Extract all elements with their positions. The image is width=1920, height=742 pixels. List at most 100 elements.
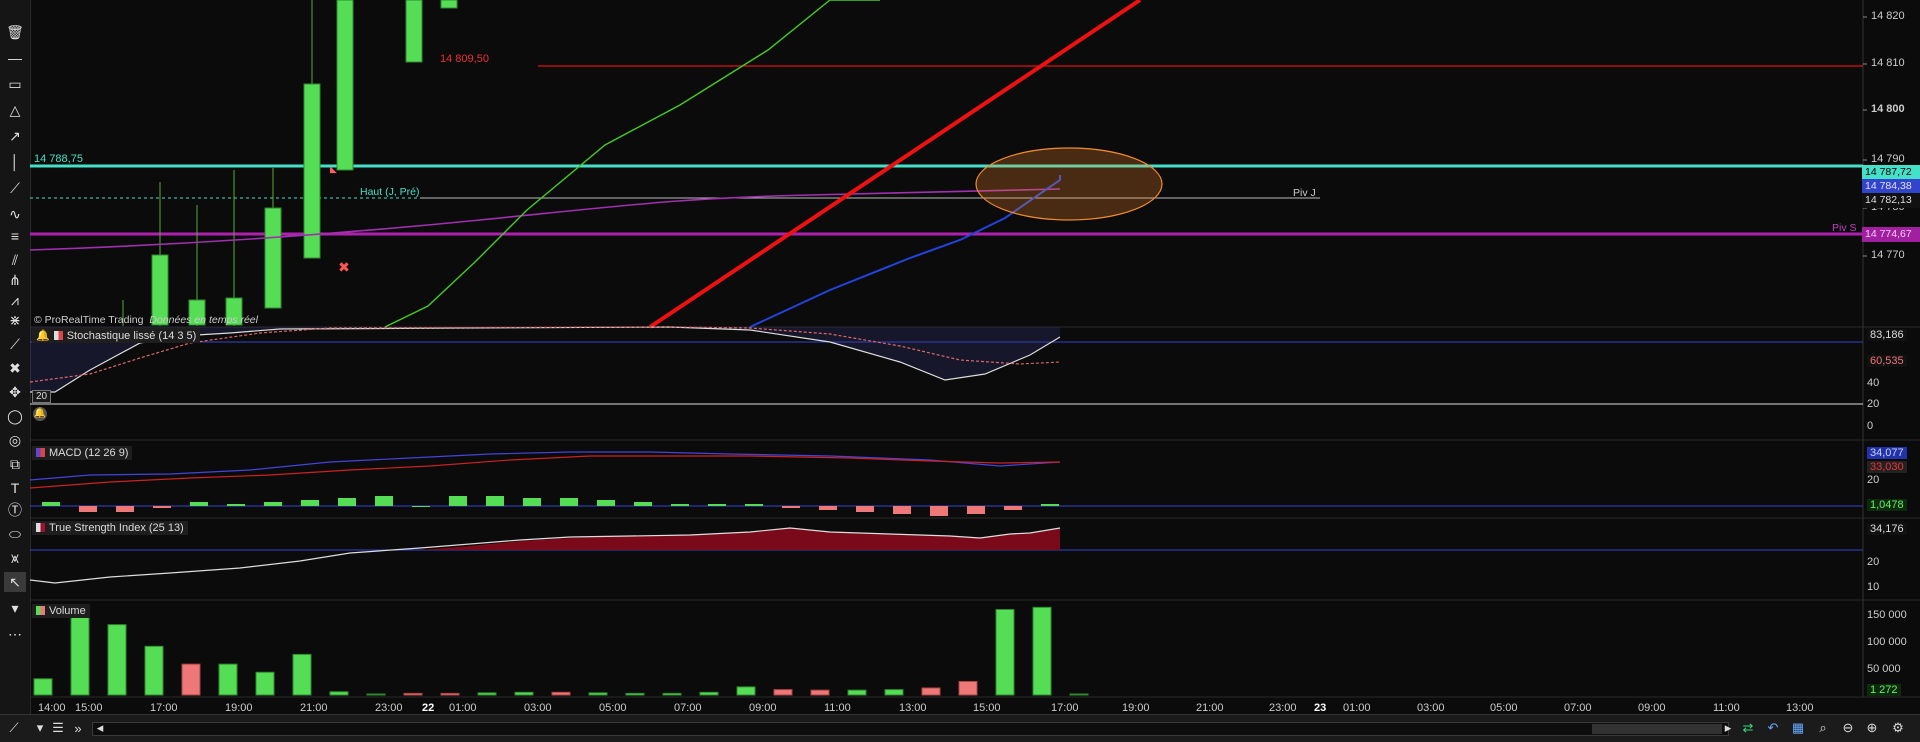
- macd-header[interactable]: MACD (12 26 9): [32, 446, 133, 460]
- arrow-icon[interactable]: ↗: [4, 126, 26, 146]
- regression-icon[interactable]: ⟋: [4, 334, 26, 354]
- alert-bell-icon[interactable]: 🔔: [33, 407, 47, 421]
- fib-fan-icon[interactable]: ⋇: [4, 310, 26, 330]
- price-tick: 14 810: [1871, 57, 1905, 69]
- stochastic-d-value: 60,535: [1867, 355, 1907, 367]
- calendar-icon[interactable]: ▦: [1788, 719, 1808, 737]
- time-tick: 14:00: [38, 702, 66, 714]
- piv-s-label: Piv S: [1832, 222, 1857, 234]
- volume-bar: [995, 608, 1015, 696]
- volume-bar: [588, 692, 608, 696]
- time-tick: 21:00: [300, 702, 328, 714]
- macd-histogram-bar: [301, 500, 319, 506]
- time-tick: 07:00: [674, 702, 702, 714]
- pitchfork-icon[interactable]: ⋔: [4, 270, 26, 290]
- time-tick: 23:00: [375, 702, 403, 714]
- text-icon[interactable]: T: [4, 478, 26, 498]
- volume-bar: [107, 624, 127, 696]
- rectangle-icon[interactable]: ▭: [4, 74, 26, 94]
- scrollbar-thumb[interactable]: [1592, 724, 1722, 734]
- macd-histogram-bar: [560, 498, 578, 506]
- dropdown-icon[interactable]: ▾: [30, 719, 50, 737]
- time-tick: 13:00: [899, 702, 927, 714]
- zigzag-icon[interactable]: ∿: [4, 204, 26, 224]
- level-red-label: 14 809,50: [440, 53, 489, 65]
- channel-icon[interactable]: ⫽: [4, 250, 26, 270]
- time-tick: 03:00: [1417, 702, 1445, 714]
- gann-icon[interactable]: ⩘: [4, 290, 26, 310]
- volume-bar: [1032, 606, 1052, 696]
- sync-arrows-icon[interactable]: ⇄: [1738, 719, 1758, 737]
- spiral-icon[interactable]: ◎: [4, 430, 26, 450]
- watermark: © ProRealTime Trading Données en temps r…: [34, 314, 258, 326]
- stochastic-tick: 40: [1867, 377, 1880, 389]
- fibonacci-icon[interactable]: ≡: [4, 226, 26, 246]
- macd-histogram-bar: [634, 502, 652, 506]
- time-tick: 17:00: [1051, 702, 1079, 714]
- time-tick: 21:00: [1196, 702, 1224, 714]
- wave-icon[interactable]: ⩙: [4, 548, 26, 568]
- time-tick: 17:00: [150, 702, 178, 714]
- horizontal-line-icon[interactable]: —: [4, 48, 26, 68]
- time-tick: 22: [422, 702, 435, 714]
- volume-bar: [773, 689, 793, 696]
- volume-bar: [810, 689, 830, 696]
- oval-icon[interactable]: ⬭: [4, 524, 26, 544]
- undo-icon[interactable]: ↶: [1763, 719, 1783, 737]
- macd-histogram-bar: [967, 506, 985, 514]
- volume-bar: [958, 680, 978, 696]
- scroll-right-icon[interactable]: ▸: [1718, 719, 1738, 737]
- text-circle-icon[interactable]: Ⓣ: [4, 500, 26, 520]
- time-tick: 19:00: [225, 702, 253, 714]
- haut-label: Haut (J, Pré): [360, 186, 420, 198]
- macd-hist-value: 1,0478: [1867, 499, 1907, 511]
- draw-menu-icon[interactable]: ⟋: [4, 719, 24, 737]
- tsi-header[interactable]: True Strength Index (25 13): [32, 521, 188, 535]
- zoom-tool-icon[interactable]: ⌕: [1813, 719, 1833, 737]
- vertical-line-icon[interactable]: │: [4, 152, 26, 172]
- zoom-settings-icon[interactable]: ⚙: [1888, 719, 1908, 737]
- macd-histogram-bar: [375, 496, 393, 506]
- volume-bar: [625, 692, 645, 696]
- time-tick: 15:00: [973, 702, 1001, 714]
- trend-line-icon[interactable]: ⟋: [4, 178, 26, 198]
- macd-histogram-bar: [930, 506, 948, 516]
- ellipse-icon[interactable]: ◯: [4, 406, 26, 426]
- tsi-fill: [420, 528, 1060, 550]
- zoom-out-icon[interactable]: ⊖: [1838, 719, 1858, 737]
- stochastic-swatch: [53, 331, 63, 340]
- volume-header[interactable]: Volume: [32, 604, 90, 618]
- volume-bar: [218, 663, 238, 696]
- triangle-icon[interactable]: △: [4, 100, 26, 120]
- macd-histogram-bar: [264, 502, 282, 506]
- horizontal-scrollbar[interactable]: [92, 722, 1729, 736]
- time-tick: 13:00: [1786, 702, 1814, 714]
- dots-icon[interactable]: ⋯: [4, 624, 26, 644]
- list-icon[interactable]: ☰: [48, 719, 68, 737]
- watermark-sub: Données en temps réel: [149, 314, 258, 326]
- trash-icon[interactable]: 🗑: [4, 22, 26, 42]
- time-tick: 01:00: [449, 702, 477, 714]
- volume-bar: [70, 616, 90, 696]
- price-box: 14 784,38: [1862, 179, 1920, 194]
- tsi-label: True Strength Index (25 13): [49, 522, 184, 534]
- tools-icon[interactable]: ✖: [4, 358, 26, 378]
- green-average-line: [384, 0, 880, 328]
- volume-bar: [551, 691, 571, 696]
- level-left-label: 14 788,75: [34, 153, 83, 165]
- cursor-icon[interactable]: ↖: [4, 572, 26, 592]
- copy-icon[interactable]: ⧉: [4, 454, 26, 474]
- chart-canvas[interactable]: ✖◣: [30, 0, 1920, 714]
- more-icon[interactable]: ▾: [4, 598, 26, 618]
- fast-forward-icon[interactable]: »: [68, 719, 88, 737]
- price-box: 14 787,72: [1862, 165, 1920, 180]
- time-tick: 09:00: [749, 702, 777, 714]
- scroll-left-icon[interactable]: ◂: [90, 719, 110, 737]
- stochastic-header[interactable]: 🔔 Stochastique lissé (14 3 5): [32, 328, 201, 343]
- bell-icon[interactable]: 🔔: [36, 330, 50, 342]
- volume-bar: [921, 687, 941, 696]
- move-icon[interactable]: ✥: [4, 382, 26, 402]
- chart-area[interactable]: ✖ ◣ 14 788,75 14 809,50 Haut (J, Pré) Piv…: [30, 0, 1920, 714]
- zoom-in-icon[interactable]: ⊕: [1862, 719, 1882, 737]
- time-tick: 05:00: [599, 702, 627, 714]
